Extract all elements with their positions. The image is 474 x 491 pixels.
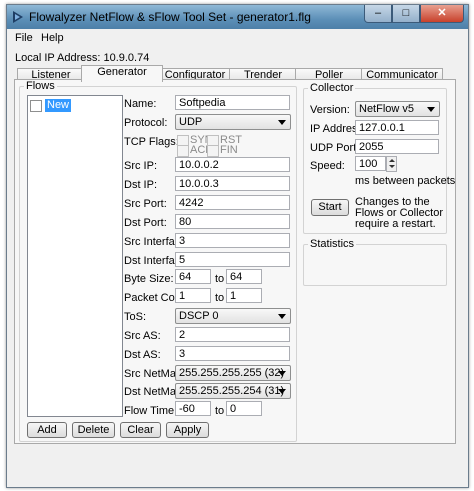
- src-netmask-select[interactable]: 255.255.255.255 (32): [175, 365, 291, 381]
- src-as-input[interactable]: 2: [175, 327, 290, 342]
- dst-netmask-select[interactable]: 255.255.255.254 (31): [175, 383, 291, 399]
- menu-help[interactable]: Help: [41, 32, 64, 44]
- spin-up-icon[interactable]: [387, 157, 396, 164]
- speed-label: Speed:: [310, 160, 345, 172]
- chevron-down-icon: [278, 120, 286, 125]
- src-port-label: Src Port:: [124, 198, 167, 210]
- collector-group-title: Collector: [308, 82, 356, 94]
- local-ip-label: Local IP Address: 10.9.0.74: [15, 52, 150, 64]
- byte-size-from-input[interactable]: 64: [175, 269, 211, 284]
- fin-checkbox[interactable]: [207, 145, 219, 157]
- spin-down-icon[interactable]: [387, 164, 396, 171]
- tab-generator[interactable]: Generator: [81, 65, 163, 82]
- title-bar[interactable]: Flowalyzer NetFlow & sFlow Tool Set - ge…: [7, 5, 468, 29]
- statistics-group-title: Statistics: [308, 238, 357, 250]
- chevron-down-icon: [278, 371, 286, 376]
- collector-ip-input[interactable]: 127.0.0.1: [355, 120, 439, 135]
- fin-label: FIN: [220, 144, 238, 156]
- byte-size-label: Byte Size:: [124, 273, 174, 285]
- restart-note-line-3: require a restart.: [355, 218, 436, 230]
- udp-port-label: UDP Port:: [310, 142, 360, 154]
- add-button[interactable]: Add: [27, 422, 67, 438]
- src-netmask-value: 255.255.255.255 (32): [179, 367, 285, 379]
- src-ip-input[interactable]: 10.0.0.2: [175, 157, 290, 172]
- apply-button[interactable]: Apply: [166, 422, 209, 438]
- tcp-flags-label: TCP Flags:: [124, 136, 179, 148]
- menu-file[interactable]: File: [15, 32, 33, 44]
- flow-time-to-input[interactable]: 0: [226, 401, 262, 416]
- menu-bar: File Help: [7, 29, 468, 47]
- flow-item[interactable]: New: [30, 99, 72, 112]
- tos-label: ToS:: [124, 311, 147, 323]
- src-interface-input[interactable]: 3: [175, 233, 290, 248]
- maximize-button[interactable]: □: [392, 5, 420, 23]
- name-label: Name:: [124, 98, 157, 110]
- protocol-label: Protocol:: [124, 117, 168, 129]
- minimize-button[interactable]: –: [364, 5, 392, 23]
- packet-count-to-input[interactable]: 1: [226, 288, 262, 303]
- name-input[interactable]: Softpedia: [175, 95, 290, 110]
- speed-spinner[interactable]: [386, 156, 397, 172]
- flows-group-title: Flows: [24, 80, 57, 92]
- byte-size-to-input[interactable]: 64: [226, 269, 262, 284]
- speed-unit-label: ms between packets: [355, 175, 456, 187]
- dst-ip-label: Dst IP:: [124, 179, 158, 191]
- version-select[interactable]: NetFlow v5: [355, 101, 440, 117]
- dst-as-input[interactable]: 3: [175, 346, 290, 361]
- flow-time-from-input[interactable]: -60: [175, 401, 211, 416]
- flow-time-label: Flow Time:: [124, 405, 178, 417]
- chevron-down-icon: [427, 107, 435, 112]
- start-button[interactable]: Start: [311, 199, 349, 216]
- protocol-select[interactable]: UDP: [175, 114, 291, 130]
- src-ip-label: Src IP:: [124, 160, 158, 172]
- statistics-group: [303, 244, 447, 286]
- dst-netmask-value: 255.255.255.254 (31): [179, 385, 285, 397]
- flow-time-to-label: to: [215, 405, 225, 417]
- chevron-down-icon: [278, 389, 286, 394]
- byte-size-to-label: to: [215, 273, 225, 285]
- chevron-down-icon: [278, 314, 286, 319]
- ack-checkbox[interactable]: [177, 145, 189, 157]
- close-button[interactable]: ✕: [420, 5, 464, 23]
- flow-checkbox[interactable]: [30, 99, 42, 112]
- dst-port-input[interactable]: 80: [175, 214, 290, 229]
- app-logo-icon: [13, 11, 23, 23]
- speed-input[interactable]: 100: [355, 156, 386, 171]
- window-title: Flowalyzer NetFlow & sFlow Tool Set - ge…: [29, 10, 311, 24]
- flow-item-label: New: [45, 99, 72, 112]
- version-value: NetFlow v5: [359, 103, 415, 115]
- protocol-value: UDP: [179, 116, 203, 128]
- version-label: Version:: [310, 104, 350, 116]
- tos-value: DSCP 0: [179, 310, 219, 322]
- dst-as-label: Dst AS:: [124, 349, 161, 361]
- dst-interface-input[interactable]: 5: [175, 252, 290, 267]
- packet-count-from-input[interactable]: 1: [175, 288, 211, 303]
- src-as-label: Src AS:: [124, 330, 161, 342]
- src-port-input[interactable]: 4242: [175, 195, 290, 210]
- clear-button[interactable]: Clear: [120, 422, 161, 438]
- udp-port-input[interactable]: 2055: [355, 139, 439, 154]
- flows-list[interactable]: New: [27, 95, 123, 417]
- dst-port-label: Dst Port:: [124, 217, 167, 229]
- packet-count-to-label: to: [215, 292, 225, 304]
- delete-button[interactable]: Delete: [72, 422, 115, 438]
- dst-ip-input[interactable]: 10.0.0.3: [175, 176, 290, 191]
- tos-select[interactable]: DSCP 0: [175, 308, 291, 324]
